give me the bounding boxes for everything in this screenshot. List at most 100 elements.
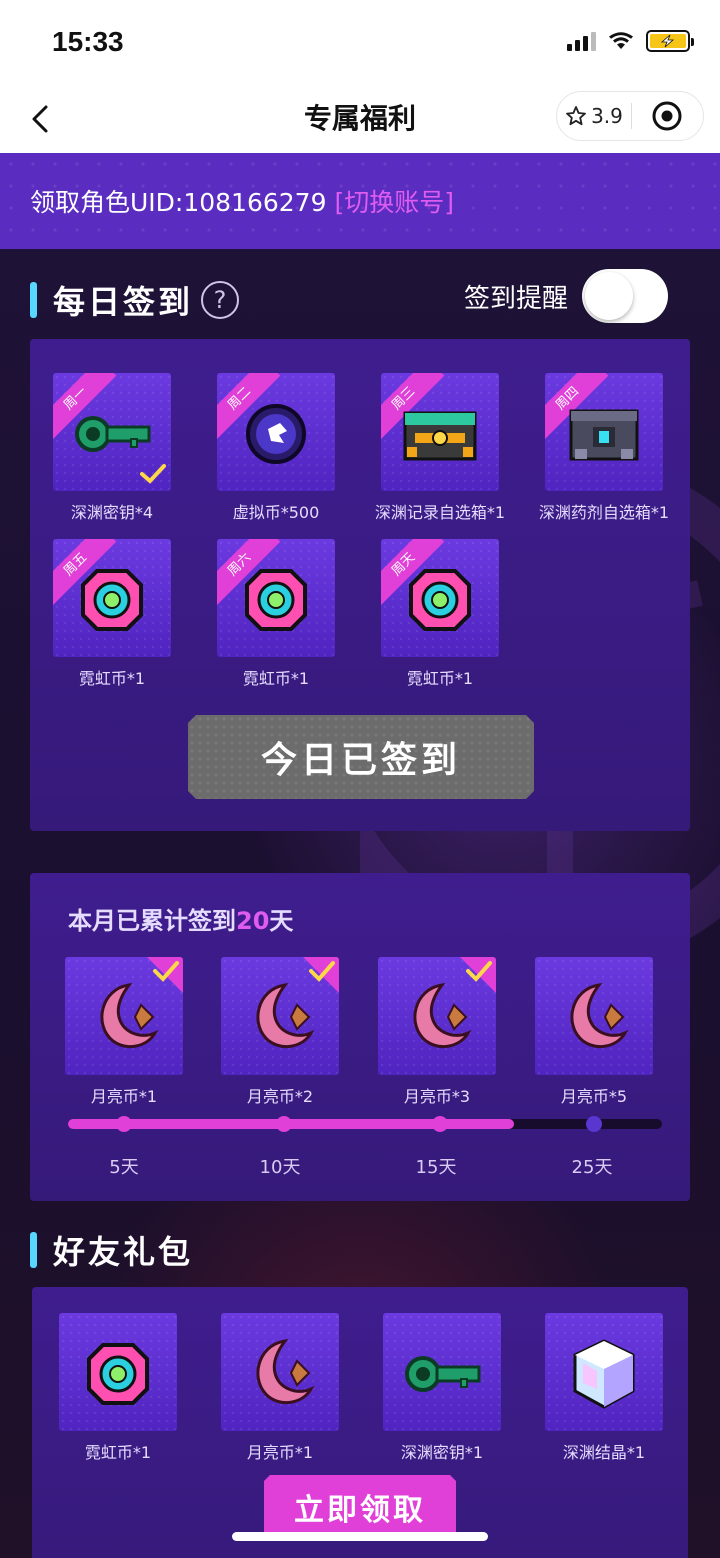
friend-gift-title: 好友礼包 xyxy=(53,1233,194,1271)
help-icon[interactable]: ? xyxy=(201,281,240,319)
item-box xyxy=(221,957,339,1075)
item-label: 月亮币*1 xyxy=(90,1087,158,1106)
mini-program-capsule: 3.9 xyxy=(556,91,704,141)
item-label: 深渊结晶*1 xyxy=(562,1443,646,1462)
home-indicator xyxy=(232,1532,488,1541)
gift-item[interactable]: 深渊结晶*1 xyxy=(522,1313,686,1463)
close-target-button[interactable] xyxy=(632,100,703,132)
record-chest-icon xyxy=(403,411,477,461)
item-label: 虚拟币*500 xyxy=(232,503,320,522)
item-box: 周二 xyxy=(217,373,335,491)
item-box xyxy=(65,957,183,1075)
battery-icon xyxy=(646,30,694,52)
checked-in-today-button[interactable]: 今日已签到 xyxy=(188,715,534,799)
monthly-progress-bar xyxy=(68,1116,662,1132)
wifi-icon xyxy=(609,32,633,49)
daily-checkin-panel: 周一 深渊密钥*4 周二 虚拟币*500 周三 深渊记录自选箱*1 周四 深渊药… xyxy=(30,339,690,831)
item-label: 月亮币*5 xyxy=(560,1087,628,1106)
item-box xyxy=(535,957,653,1075)
item-label: 霓虹币*1 xyxy=(78,669,146,688)
abyss-key-icon xyxy=(405,1356,481,1392)
milestone-label: 5天 xyxy=(109,1157,139,1178)
item-box xyxy=(545,1313,663,1431)
monthly-checkin-panel: 本月已累计签到20天 月亮币*1 月亮币*2 月亮币*3 月亮币*5 5天 10… xyxy=(30,873,690,1201)
toggle-knob xyxy=(585,272,633,320)
switch-account-link[interactable]: [切换账号] xyxy=(335,183,455,219)
potion-chest-icon xyxy=(569,409,639,461)
friend-gift-header: 好友礼包 xyxy=(30,1227,193,1273)
milestone-label: 15天 xyxy=(415,1157,457,1178)
monthly-days-count: 20 xyxy=(236,907,270,935)
item-box: 周五 xyxy=(53,539,171,657)
gift-item[interactable]: 深渊密钥*1 xyxy=(360,1313,524,1463)
daily-item[interactable]: 周二 虚拟币*500 xyxy=(194,373,358,523)
rating-value: 3.9 xyxy=(591,104,623,128)
monthly-title-prefix: 本月已累计签到 xyxy=(68,907,236,935)
checkin-reminder: 签到提醒 xyxy=(464,269,668,323)
item-box xyxy=(59,1313,177,1431)
neon-coin-icon xyxy=(409,569,471,631)
monthly-reward[interactable]: 月亮币*1 xyxy=(42,957,206,1107)
reminder-toggle[interactable] xyxy=(582,269,668,323)
uid-bar: 领取角色UID:108166279 [切换账号] xyxy=(0,153,720,249)
monthly-reward[interactable]: 月亮币*5 xyxy=(512,957,676,1107)
progress-dot xyxy=(586,1116,602,1132)
item-box: 周天 xyxy=(381,539,499,657)
nav-bar: 专属福利 3.9 xyxy=(0,85,720,153)
item-label: 深渊密钥*1 xyxy=(400,1443,484,1462)
star-icon xyxy=(566,106,586,126)
item-box: 周三 xyxy=(381,373,499,491)
check-icon xyxy=(147,957,183,993)
item-label: 霓虹币*1 xyxy=(406,669,474,688)
item-box: 周六 xyxy=(217,539,335,657)
progress-dot xyxy=(116,1116,132,1132)
monthly-reward[interactable]: 月亮币*3 xyxy=(355,957,519,1107)
milestone-label: 25天 xyxy=(571,1157,613,1178)
status-icons xyxy=(567,30,694,52)
daily-checkin-title: 每日签到 xyxy=(53,283,194,321)
progress-dot xyxy=(276,1116,292,1132)
reminder-label: 签到提醒 xyxy=(463,283,568,314)
status-time: 15:33 xyxy=(52,26,124,57)
progress-dot xyxy=(432,1116,448,1132)
monthly-title: 本月已累计签到20天 xyxy=(68,901,293,936)
abyss-crystal-icon xyxy=(573,1339,635,1409)
check-icon xyxy=(460,957,496,993)
neon-coin-icon xyxy=(81,569,143,631)
moon-coin-icon xyxy=(256,1338,315,1405)
item-label: 深渊记录自选箱*1 xyxy=(374,503,506,522)
gift-item[interactable]: 月亮币*1 xyxy=(198,1313,362,1463)
item-label: 深渊密钥*4 xyxy=(70,503,154,522)
item-label: 霓虹币*1 xyxy=(84,1443,152,1462)
rating-button[interactable]: 3.9 xyxy=(557,104,631,128)
item-label: 月亮币*2 xyxy=(246,1087,314,1106)
daily-checkin-header: 每日签到 ? xyxy=(30,277,240,323)
neon-coin-icon xyxy=(87,1343,149,1405)
monthly-title-suffix: 天 xyxy=(269,907,294,935)
item-label: 深渊药剂自选箱*1 xyxy=(538,503,670,522)
neon-coin-icon xyxy=(245,569,307,631)
item-box: 周四 xyxy=(545,373,663,491)
section-accent-bar xyxy=(30,1232,37,1268)
item-box xyxy=(383,1313,501,1431)
item-box xyxy=(221,1313,339,1431)
item-box xyxy=(378,957,496,1075)
item-box: 周一 xyxy=(53,373,171,491)
daily-item[interactable]: 周天 霓虹币*1 xyxy=(358,539,522,689)
daily-item[interactable]: 周六 霓虹币*1 xyxy=(194,539,358,689)
moon-coin-icon xyxy=(570,982,629,1049)
daily-item[interactable]: 周四 深渊药剂自选箱*1 xyxy=(522,373,686,523)
daily-item[interactable]: 周三 深渊记录自选箱*1 xyxy=(358,373,522,523)
main-content: 领取角色UID:108166279 [切换账号] 每日签到 ? 签到提醒 周一 xyxy=(0,153,720,1558)
daily-item[interactable]: 周五 霓虹币*1 xyxy=(30,539,194,689)
check-icon xyxy=(303,957,339,993)
uid-label: 领取角色UID:108166279 xyxy=(30,188,327,217)
status-bar: 15:33 xyxy=(0,0,720,85)
monthly-reward[interactable]: 月亮币*2 xyxy=(198,957,362,1107)
daily-item[interactable]: 周一 深渊密钥*4 xyxy=(30,373,194,523)
gift-item[interactable]: 霓虹币*1 xyxy=(36,1313,200,1463)
claim-now-button[interactable]: 立即领取 xyxy=(264,1475,456,1539)
item-label: 霓虹币*1 xyxy=(242,669,310,688)
section-accent-bar xyxy=(30,282,37,318)
milestone-label: 10天 xyxy=(259,1157,301,1178)
